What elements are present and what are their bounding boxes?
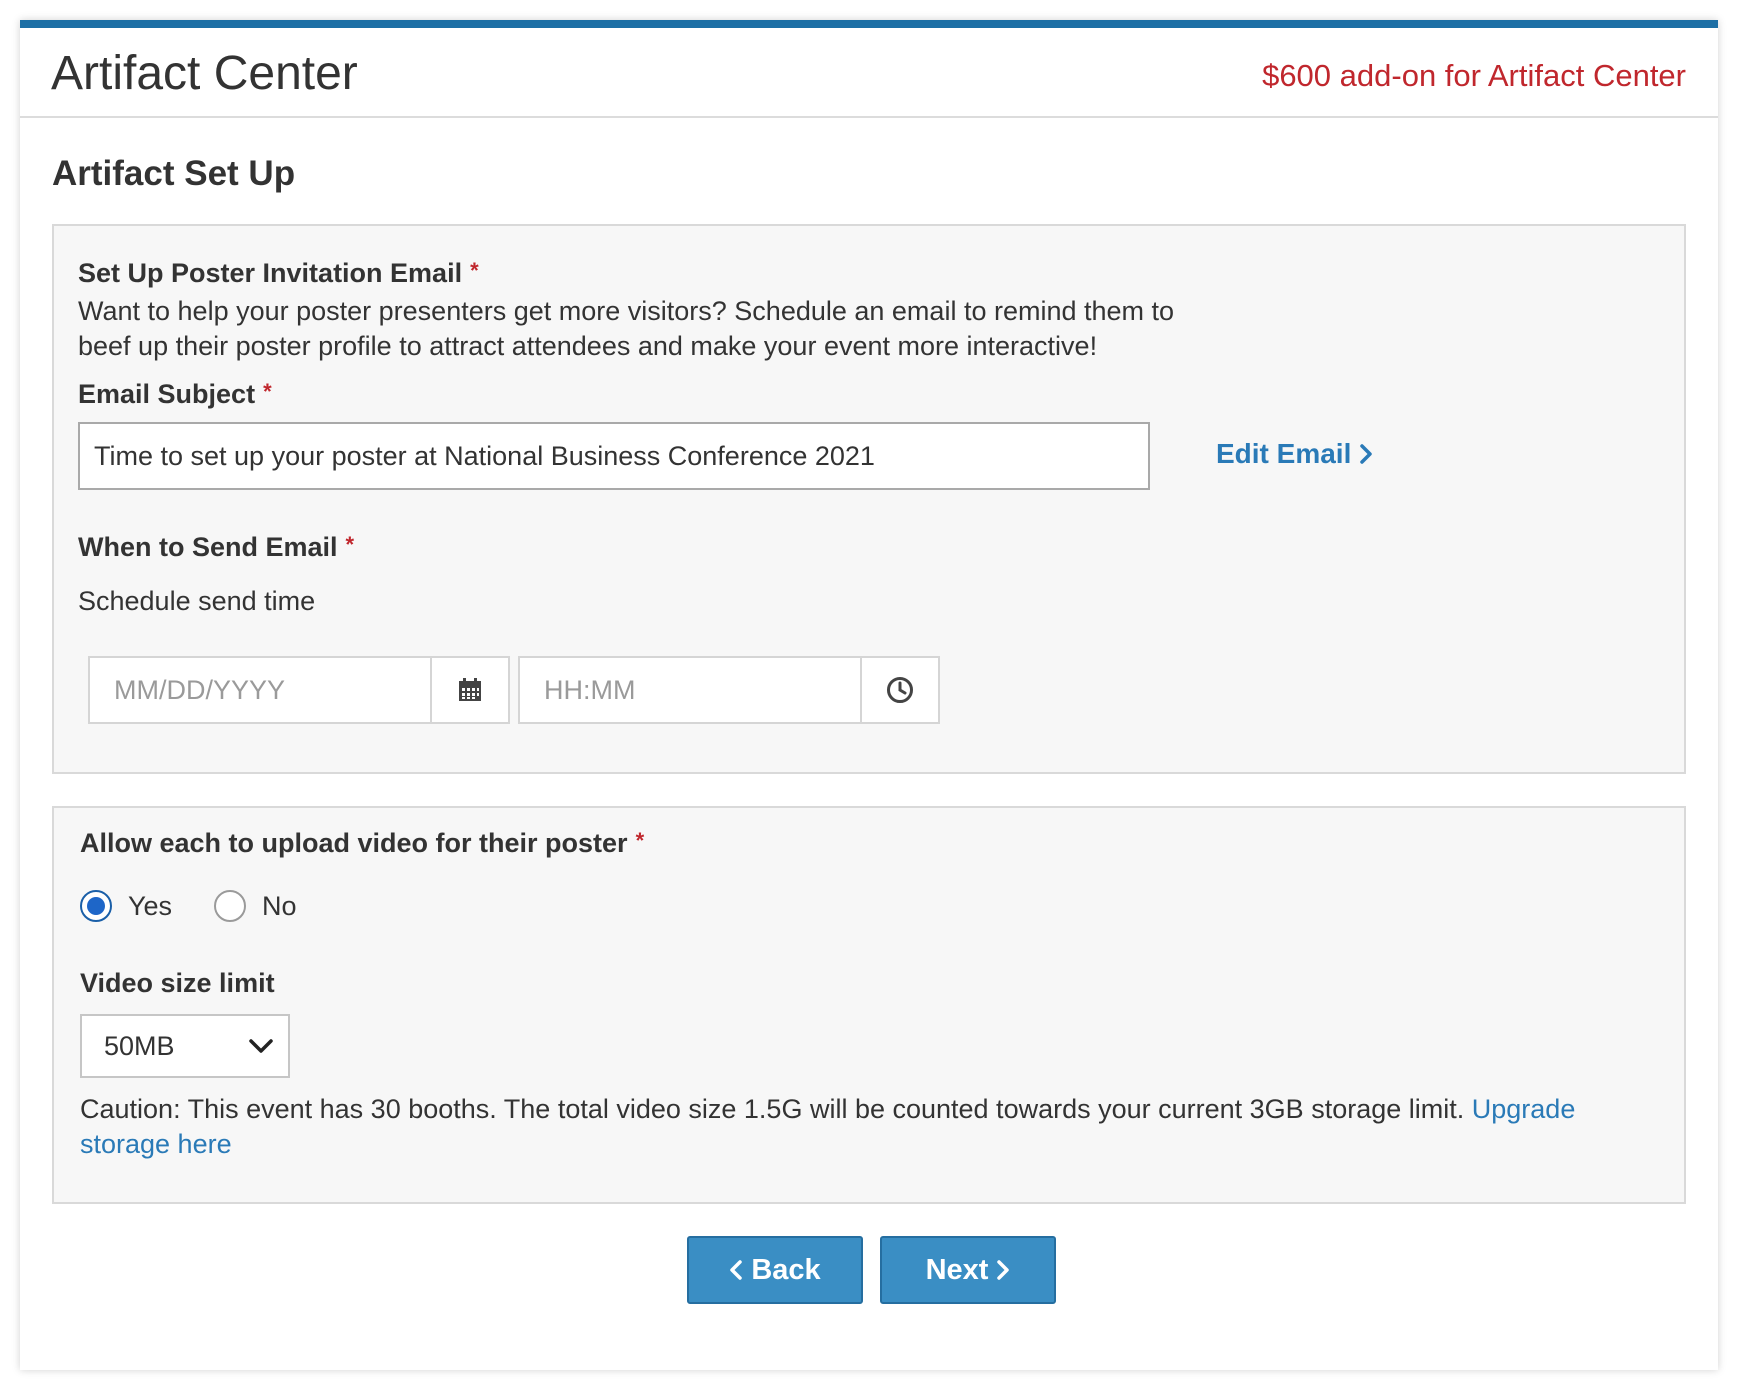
section-title: Artifact Set Up: [52, 154, 296, 193]
upgrade-link-part1: Upgrade: [1471, 1094, 1576, 1124]
radio-no-button[interactable]: [214, 890, 246, 922]
video-upload-heading: Allow each to upload video for their pos…: [80, 828, 644, 859]
edit-email-label: Edit Email: [1216, 438, 1352, 469]
chevron-right-icon: [1360, 444, 1373, 464]
video-size-value: 50MB: [104, 1030, 175, 1061]
email-subject-label-text: Email Subject: [78, 379, 256, 409]
email-subject-label: Email Subject *: [78, 379, 272, 410]
artifact-center-card: Artifact Center $600 add-on for Artifact…: [20, 20, 1718, 1370]
upgrade-link-part2: storage here: [80, 1129, 232, 1159]
next-button[interactable]: Next: [880, 1236, 1056, 1304]
video-upload-heading-text: Allow each to upload video for their pos…: [80, 828, 628, 858]
back-button[interactable]: Back: [687, 1236, 863, 1304]
required-marker: *: [470, 258, 479, 283]
when-to-send-label-text: When to Send Email: [78, 532, 338, 562]
invitation-email-panel: Set Up Poster Invitation Email * Want to …: [52, 224, 1686, 774]
when-to-send-label: When to Send Email *: [78, 532, 354, 563]
calendar-button[interactable]: [430, 658, 508, 722]
chevron-right-icon: [997, 1260, 1010, 1280]
radio-no-label: No: [262, 890, 297, 921]
calendar-icon: [459, 678, 481, 701]
description-line-1: Want to help your poster presenters get …: [78, 296, 1175, 326]
invitation-description: Want to help your poster presenters get …: [78, 294, 1378, 364]
addon-price-note: $600 add-on for Artifact Center: [1262, 58, 1686, 93]
caution-text: Caution: This event has 30 booths. The t…: [80, 1094, 1465, 1124]
page-title: Artifact Center: [51, 47, 358, 100]
storage-caution: Caution: This event has 30 booths. The t…: [80, 1092, 1660, 1162]
clock-button[interactable]: [860, 658, 938, 722]
time-picker: HH:MM: [518, 656, 940, 724]
schedule-send-text: Schedule send time: [78, 586, 316, 616]
radio-option-yes[interactable]: Yes: [80, 890, 172, 922]
video-upload-panel: Allow each to upload video for their pos…: [52, 806, 1686, 1204]
clock-icon: [887, 677, 913, 703]
next-button-label: Next: [925, 1253, 989, 1286]
edit-email-link[interactable]: Edit Email: [1216, 438, 1373, 470]
invitation-heading-text: Set Up Poster Invitation Email: [78, 258, 463, 288]
video-size-limit-label: Video size limit: [80, 968, 275, 998]
radio-yes-button[interactable]: [80, 890, 112, 922]
radio-yes-label: Yes: [128, 890, 173, 921]
required-marker: *: [635, 828, 645, 853]
invitation-heading: Set Up Poster Invitation Email *: [78, 258, 479, 289]
date-picker: MM/DD/YYYY: [88, 656, 510, 724]
page-header: Artifact Center $600 add-on for Artifact…: [20, 28, 1718, 118]
required-marker: *: [345, 532, 355, 557]
time-input[interactable]: HH:MM: [520, 658, 860, 722]
chevron-down-icon: [249, 1039, 273, 1053]
date-input[interactable]: MM/DD/YYYY: [90, 658, 430, 722]
chevron-left-icon: [730, 1260, 743, 1280]
description-line-2: beef up their poster profile to attract …: [78, 331, 1098, 361]
email-subject-value: Time to set up your poster at National B…: [94, 440, 875, 471]
video-size-select[interactable]: 50MB: [80, 1014, 290, 1078]
back-button-label: Back: [751, 1253, 821, 1286]
radio-option-no[interactable]: No: [214, 890, 297, 922]
email-subject-input[interactable]: Time to set up your poster at National B…: [78, 422, 1150, 490]
required-marker: *: [263, 379, 272, 404]
